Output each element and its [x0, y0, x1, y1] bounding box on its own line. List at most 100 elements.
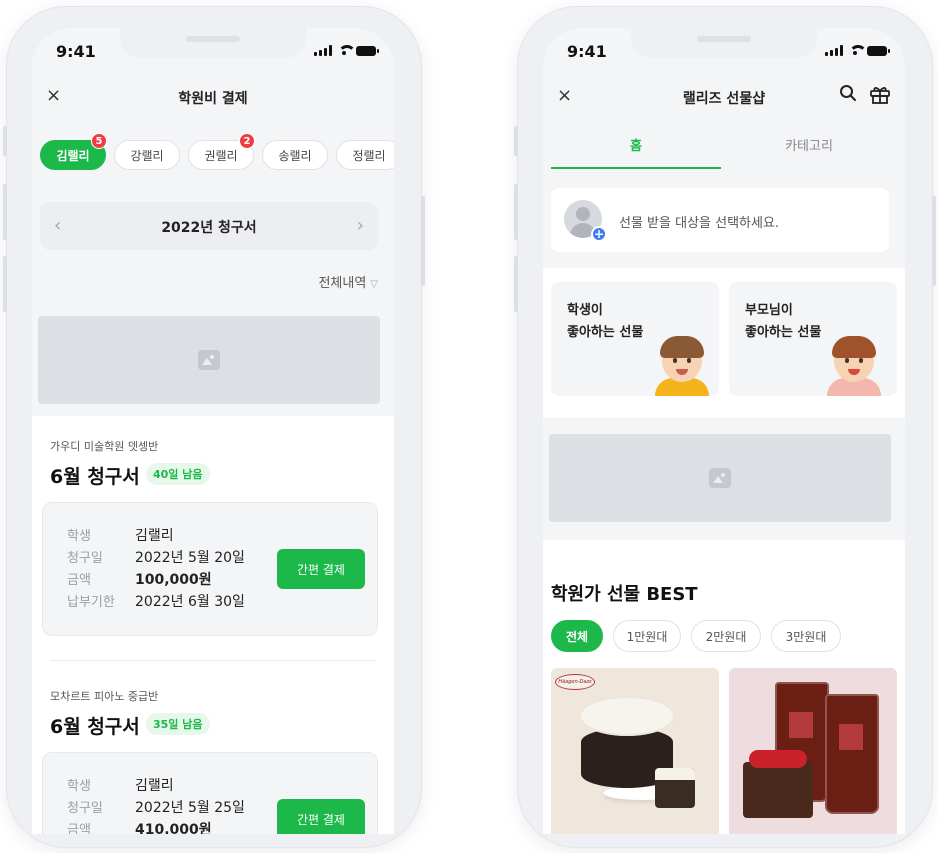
- recipient-placeholder: 선물 받을 대상을 선택하세요.: [619, 216, 780, 231]
- product-card-coffee[interactable]: [729, 668, 897, 834]
- student-chip-label: 김랠리: [56, 148, 90, 163]
- banner-image[interactable]: [38, 316, 380, 404]
- image-icon: [709, 468, 731, 488]
- status-time: 9:41: [56, 42, 96, 61]
- filter-chip-20k[interactable]: 2만원대: [691, 620, 761, 652]
- chevron-down-icon: ▽: [370, 279, 378, 290]
- status-time: 9:41: [567, 42, 607, 61]
- days-left-badge: 35일 남음: [146, 713, 210, 735]
- product-image: [579, 696, 675, 736]
- wifi-icon: [848, 45, 867, 56]
- brand-logo: Häagen-Dazs: [555, 674, 595, 690]
- row-value: 김랠리: [135, 528, 174, 544]
- divider: [50, 660, 376, 661]
- bill-title: 6월 청구서: [50, 466, 140, 488]
- row-value: 김랠리: [135, 778, 174, 794]
- section-title: 학원가 선물 BEST: [551, 584, 698, 605]
- bill-row-amount: 금액 100,000원: [67, 569, 245, 591]
- row-value: 100,000원: [135, 572, 212, 588]
- battery-icon: [356, 45, 379, 56]
- student-chip-2[interactable]: 권랠리 2: [188, 133, 255, 170]
- gift-category-cards: 학생이좋아하는 선물 부모님이 좋아하는 선물: [543, 268, 905, 418]
- gift-shop-screen: 9:41 × 랠리즈 선물샵 홈 카테고리 + 선물 받을 대상을 선택하세요.…: [543, 28, 905, 834]
- easy-pay-button[interactable]: 간편 결제: [277, 549, 365, 589]
- row-key: 청구일: [67, 551, 103, 566]
- nav-bar: × 랠리즈 선물샵: [543, 74, 905, 120]
- banner-section: [32, 302, 394, 416]
- bill-row-student: 학생 김랠리: [67, 775, 245, 797]
- phone-side-button: [421, 196, 425, 286]
- academy-name: 모차르트 피아노 중급반: [50, 690, 159, 703]
- student-chip-1[interactable]: 강랠리: [114, 140, 180, 170]
- student-selector: 김랠리 5 강랠리 권랠리 2 송랠리 정랠리: [32, 120, 394, 190]
- phone-side-button: [3, 256, 7, 312]
- easy-pay-button[interactable]: 간편 결제: [277, 799, 365, 834]
- row-key: 금액: [67, 573, 91, 588]
- all-history-label: 전체내역: [318, 276, 367, 291]
- banner-section: [543, 418, 905, 540]
- phone-side-button: [3, 184, 7, 240]
- bill-row-date: 청구일 2022년 5월 20일: [67, 547, 245, 569]
- student-chip-4[interactable]: 정랠리: [336, 140, 394, 170]
- tab-home[interactable]: 홈: [551, 120, 721, 169]
- bill-detail-card: 학생 김랠리 청구일 2022년 5월 20일 금액 100,000원 납부기한 202…: [42, 502, 378, 636]
- phone-side-button: [514, 126, 518, 156]
- banner-image[interactable]: [549, 434, 891, 522]
- gift-card-line: 학생이: [567, 303, 603, 318]
- product-card-cake[interactable]: Häagen-Dazs: [551, 668, 719, 834]
- year-selector: ‹ 2022년 청구서 ›: [40, 202, 378, 250]
- tab-bar: 홈 카테고리: [543, 120, 905, 170]
- page-title: 학원비 결제: [178, 91, 248, 107]
- filter-chip-10k[interactable]: 1만원대: [613, 620, 681, 652]
- phone-notch: [120, 28, 306, 58]
- notification-badge: 5: [91, 133, 107, 149]
- row-value: 2022년 5월 25일: [135, 800, 245, 816]
- filter-chip-all[interactable]: 전체: [551, 620, 603, 652]
- row-key: 금액: [67, 823, 91, 834]
- row-value: 2022년 6월 30일: [135, 594, 245, 610]
- product-image: [743, 750, 813, 818]
- row-key: 청구일: [67, 801, 103, 816]
- plus-icon: +: [591, 226, 607, 242]
- student-chip-0[interactable]: 김랠리 5: [40, 133, 107, 170]
- signal-icon: [314, 45, 332, 56]
- year-navigator: ‹ 2022년 청구서 › 전체내역 ▽: [32, 190, 394, 302]
- notification-badge: 2: [239, 133, 255, 149]
- wifi-icon: [337, 45, 356, 56]
- filter-chip-30k[interactable]: 3만원대: [771, 620, 841, 652]
- tuition-payment-screen: 9:41 × 학원비 결제 김랠리 5 강랠리 권랠리 2 송랠리 정랠리 ‹ …: [32, 28, 394, 834]
- bill-row-date: 청구일 2022년 5월 25일: [67, 797, 245, 819]
- bill-item: 모차르트 피아노 중급반 6월 청구서 35일 남음 학생 김랠리 청구일 2022…: [32, 662, 394, 834]
- bill-detail-card: 학생 김랠리 청구일 2022년 5월 25일 금액 410,000원 간편 결제: [42, 752, 378, 834]
- search-icon[interactable]: [839, 84, 857, 107]
- gift-card-line: 좋아하는 선물: [745, 325, 822, 340]
- gift-card-line: 좋아하는 선물: [567, 325, 644, 340]
- recipient-selector[interactable]: + 선물 받을 대상을 선택하세요.: [551, 188, 889, 252]
- gift-icon[interactable]: [869, 84, 891, 109]
- image-icon: [198, 350, 220, 370]
- chevron-right-icon[interactable]: ›: [357, 215, 364, 236]
- parent-gift-card[interactable]: 부모님이 좋아하는 선물: [729, 282, 897, 396]
- phone-side-button: [3, 126, 7, 156]
- signal-icon: [825, 45, 843, 56]
- row-key: 학생: [67, 529, 91, 544]
- tab-category[interactable]: 카테고리: [721, 120, 897, 168]
- parent-avatar-icon: [825, 334, 883, 396]
- student-chip-label: 정랠리: [352, 148, 386, 163]
- product-image: [825, 694, 879, 814]
- row-value: 410,000원: [135, 822, 212, 834]
- student-chip-label: 강랠리: [130, 148, 164, 163]
- student-gift-card[interactable]: 학생이좋아하는 선물: [551, 282, 719, 396]
- student-chip-3[interactable]: 송랠리: [262, 140, 328, 170]
- all-history-link[interactable]: 전체내역 ▽: [318, 272, 378, 291]
- year-label: 2022년 청구서: [161, 220, 257, 236]
- bill-item: 가우디 미술학원 뎃셍반 6월 청구서 40일 남음 학생 김랠리 청구일 2022…: [32, 416, 394, 662]
- phone-side-button: [932, 196, 936, 286]
- product-image: [655, 768, 695, 808]
- battery-icon: [867, 45, 890, 56]
- bill-row-amount: 금액 410,000원: [67, 819, 245, 834]
- bill-row-student: 학생 김랠리: [67, 525, 245, 547]
- student-avatar-icon: [653, 334, 711, 396]
- student-chip-label: 송랠리: [278, 148, 312, 163]
- student-chip-label: 권랠리: [204, 148, 238, 163]
